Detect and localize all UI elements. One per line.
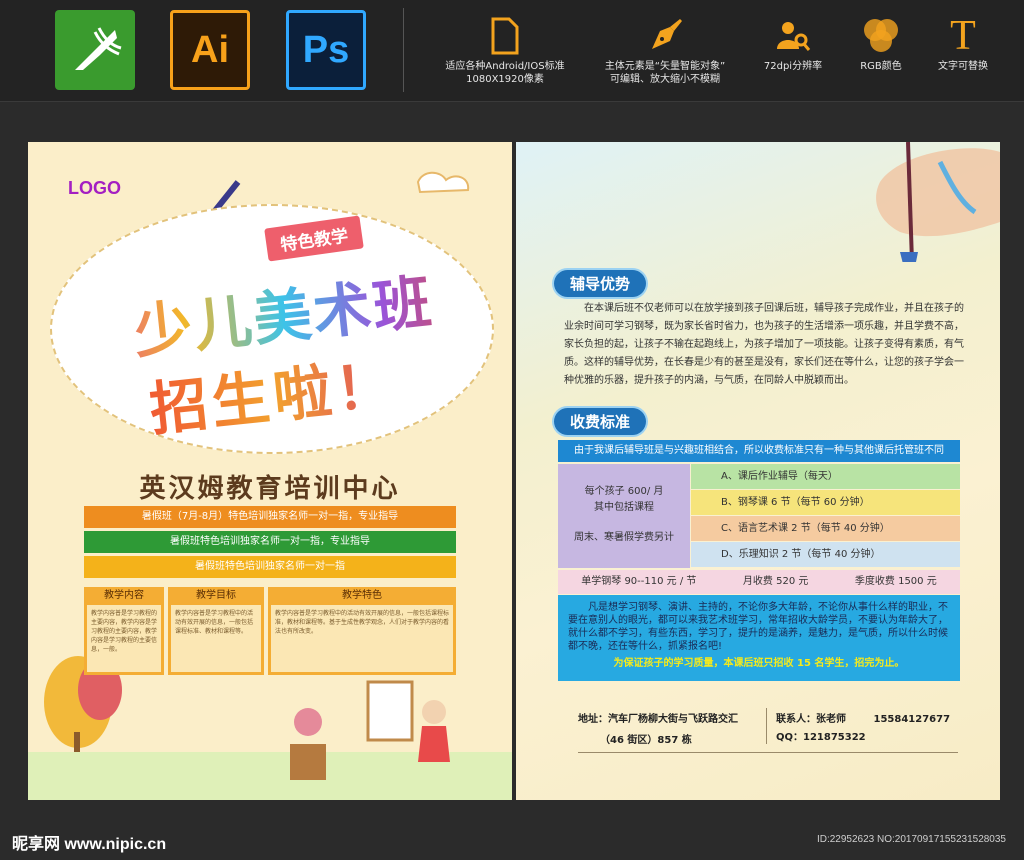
coreldraw-app-icon <box>55 10 135 90</box>
fee-header: 由于我课后辅导班是与兴趣班相结合，所以收费标准只有一种与其他课后托管班不同 <box>558 440 960 462</box>
fee-summary: 每个孩子 600/ 月 其中包括课程 周末、寒暑假学费另计 <box>558 464 690 568</box>
coreldraw-pen-icon <box>75 27 122 70</box>
info-bar: 暑假班特色培训独家名师一对一指，专业指导 <box>84 531 456 553</box>
notice-highlight: 为保证孩子的学习质量，本课后班只招收 15 名学生，招完为止。 <box>613 658 905 669</box>
contact-person: 联系人：张老师 15584127677 <box>776 710 950 725</box>
fee-summary-line: 周末、寒暑假学费另计 <box>574 532 674 543</box>
section-title-advantage: 辅导优势 <box>554 270 647 297</box>
fee-item: D、乐理知识 2 节（每节 40 分钟） <box>691 542 960 567</box>
painting-hand-icon <box>876 142 1000 262</box>
easel-icon <box>366 680 414 742</box>
info-bar: 暑假班特色培训独家名师一对一指 <box>84 556 456 578</box>
qq-number: 121875322 <box>803 732 866 743</box>
fee-item: C、语言艺术课 2 节（每节 40 分钟） <box>691 516 960 541</box>
watermark-site: 昵享网 www.nipic.cn <box>12 836 167 853</box>
feature-line: 适应各种Android/IOS标准 <box>445 61 565 72</box>
photoshop-app-icon: Ps <box>286 10 366 90</box>
contact-label: 联系人： <box>776 714 816 725</box>
feature-text: T 文字可替换 <box>888 12 1024 73</box>
column-goal: 教学目标 教学内容普是学习教程中的活动有效开展的信息，一般包括课程标准、教材和课… <box>168 587 264 675</box>
toolbar-divider <box>403 8 404 92</box>
feature-line: 1080X1920像素 <box>466 74 544 85</box>
top-toolbar: Ai Ps 适应各种Android/IOS标准 1080X1920像素 主体元素… <box>0 0 1024 102</box>
column-feature: 教学特色 教学内容普是学习教程中的活动有效开展的信息，一般包括课程标准，教材和课… <box>268 587 456 675</box>
pen-nib-icon <box>652 19 682 49</box>
file-icon <box>491 17 519 55</box>
fee-item: B、钢琴课 6 节（每节 60 分钟） <box>691 490 960 515</box>
price-month: 月收费 520 元 <box>742 576 809 587</box>
notice-text: 凡是想学习钢琴、演讲、主持的，不论你多大年龄，不论你从事什么样的职业，不要在意别… <box>568 602 948 652</box>
column-content: 教学内容 教学内容普是学习教程的主要内容，教学内容是学习教程的主要内容，教学内容… <box>84 587 164 675</box>
fee-summary-line: 其中包括课程 <box>594 502 654 513</box>
course-columns: 教学内容 教学内容普是学习教程的主要内容，教学内容是学习教程的主要内容，教学内容… <box>84 587 456 675</box>
feature-line: 文字可替换 <box>938 61 988 72</box>
illustrator-app-icon: Ai <box>170 10 250 90</box>
address: 地址：汽车厂杨柳大街与飞跃路交汇 （46 街区）857 栋 <box>578 710 768 746</box>
feature-android-ios: 适应各种Android/IOS标准 1080X1920像素 <box>430 12 580 86</box>
section-title-fees: 收费标准 <box>554 408 647 435</box>
contact-phone: 15584127677 <box>873 714 951 725</box>
price-single: 单学钢琴 90--110 元 / 节 <box>581 576 697 587</box>
column-header: 教学目标 <box>196 590 236 601</box>
bear-toy-icon <box>294 708 322 736</box>
cloud-icon <box>416 171 470 194</box>
column-body: 教学内容普是学习教程中的活动有效开展的信息，一般包括课程标准、教材和课程等。 <box>171 605 261 672</box>
info-bar: 暑假班（7月-8月）特色培训独家名师一对一指，专业指导 <box>84 506 456 528</box>
column-body: 教学内容普是学习教程中的活动有效开展的信息，一般包括课程标准，教材和课程等。基于… <box>271 605 453 672</box>
address-label: 地址： <box>578 714 608 725</box>
feature-line: 可编辑、放大缩小不模糊 <box>610 74 720 85</box>
qq-label: QQ： <box>776 732 804 743</box>
contact-underline <box>578 752 958 753</box>
text-T-icon: T <box>950 13 976 59</box>
center-name: 英汉姆教育培训中心 <box>139 474 401 504</box>
price-row: 单学钢琴 90--110 元 / 节 月收费 520 元 季度收费 1500 元 <box>558 570 960 594</box>
image-id: ID:22952623 NO:20170917155231528035 <box>816 834 1006 845</box>
advantage-paragraph: 在本课后班不仅老师可以在放学接到孩子回课后班，辅导孩子完成作业，并且在孩子的业余… <box>564 303 964 386</box>
column-body: 教学内容普是学习教程的主要内容，教学内容是学习教程的主要内容，教学内容是学习教程… <box>87 605 161 672</box>
left-poster: LOGO 特色教学 少儿美术班 招生啦！ 英汉姆教育培训中心 暑假班（7月-8月… <box>28 142 512 800</box>
right-poster: 辅导优势 在本课后班不仅老师可以在放学接到孩子回课后班，辅导孩子完成作业，并且在… <box>516 142 1000 800</box>
price-season: 季度收费 1500 元 <box>854 576 937 587</box>
column-header: 教学内容 <box>104 590 144 601</box>
contact-name: 张老师 <box>816 714 846 725</box>
logo-text: LOGO <box>68 178 121 198</box>
address-line2: （46 街区）857 栋 <box>600 735 692 746</box>
child-painter-icon <box>422 700 446 724</box>
tree-stump-icon <box>290 744 326 780</box>
fee-item: A、课后作业辅导（每天） <box>691 464 960 489</box>
column-header: 教学特色 <box>342 590 382 601</box>
fee-summary-line: 每个孩子 600/ 月 <box>584 486 664 497</box>
address-line1: 汽车厂杨柳大街与飞跃路交汇 <box>608 714 738 725</box>
contact-qq: QQ：121875322 <box>776 728 866 743</box>
notice-box: 凡是想学习钢琴、演讲、主持的，不论你多大年龄，不论你从事什么样的职业，不要在意别… <box>558 595 960 681</box>
